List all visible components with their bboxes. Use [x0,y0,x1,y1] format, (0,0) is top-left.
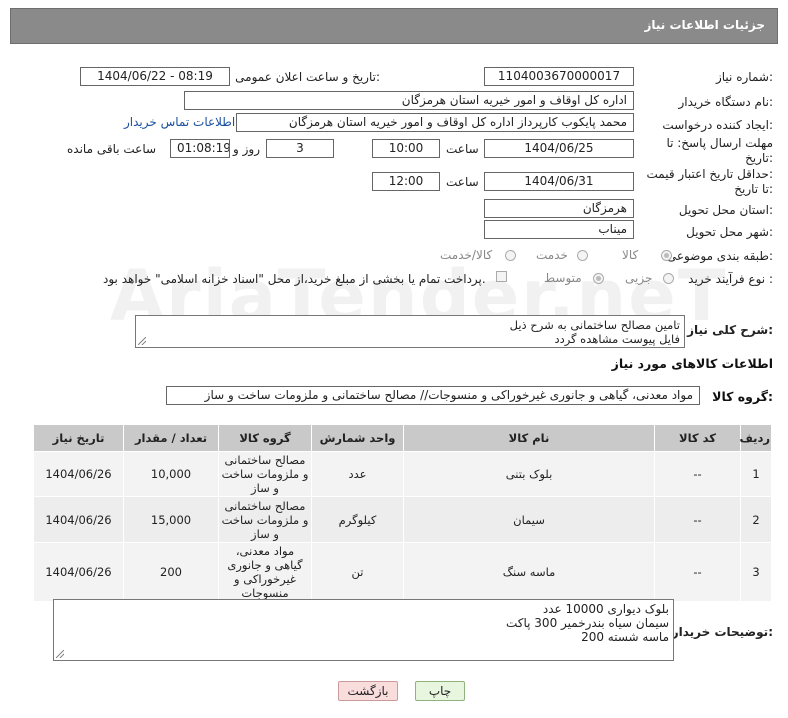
price-validity-time-field[interactable]: 12:00 [372,172,440,191]
announce-datetime-label: تاریخ و ساعت اعلان عمومی: [235,70,380,84]
description-line-2: فایل پیوست مشاهده گردد [554,332,680,346]
cell-unit: تن [311,542,404,602]
price-validity-date-field[interactable]: 1404/06/31 [484,172,634,191]
description-line-1: تامین مصالح ساختمانی به شرح ذیل [509,318,680,332]
buyer-notes-label: توضیحات خریدار: [671,625,773,639]
col-header-date: تاریخ نیاز [33,424,124,452]
buyer-org-field[interactable]: اداره کل اوقاف و امور خیریه استان هرمزگا… [184,91,634,110]
col-header-qty: تعداد / مقدار [123,424,219,452]
description-label: شرح کلی نیاز: [687,323,773,337]
deadline-date-field[interactable]: 1404/06/25 [484,139,634,158]
resize-handle-icon[interactable] [138,337,146,345]
buyer-notes-textarea[interactable]: بلوک دیواری 10000 عدد سیمان سیاه بندرخمی… [53,599,674,661]
delivery-province-label: استان محل تحویل: [678,203,773,217]
cell-name: ماسه سنگ [403,542,655,602]
buyer-notes-line-2: سیمان سیاه بندرخمیر 300 پاکت [505,616,669,630]
cell-date: 1404/06/26 [33,451,124,497]
deadline-days-field[interactable]: 3 [266,139,334,158]
cell-index: 2 [740,496,772,543]
remaining-time-label: ساعت باقی مانده [67,142,157,156]
delivery-city-field[interactable]: میناب [484,220,634,239]
cell-index: 3 [740,542,772,602]
cell-group: مواد معدنی، گیاهی و جانوری غیرخوراکی و م… [218,542,312,602]
category-radio-goods-service[interactable] [505,250,516,261]
cell-group: مصالح ساختمانی و ملزومات ساخت و ساز [218,451,312,497]
category-option-goods: کالا [622,248,639,262]
buyer-org-label: نام دستگاه خریدار: [678,95,774,109]
process-option-medium: متوسط [544,271,582,285]
col-header-unit: واحد شمارش [311,424,404,452]
resize-handle-icon[interactable] [56,650,64,658]
buyer-contact-link[interactable]: اطلاعات تماس خریدار [124,115,235,129]
process-option-minor: جزیی [625,271,653,285]
cell-name: بلوک بتنی [403,451,655,497]
deadline-label-line1: مهلت ارسال پاسخ: تا [666,136,773,150]
price-validity-time-label: ساعت [446,175,479,189]
table-row[interactable]: 2 -- سیمان کیلوگرم مصالح ساختمانی و ملزو… [33,496,772,543]
delivery-province-field[interactable]: هرمزگان [484,199,634,218]
goods-table: ردیف کد کالا نام کالا واحد شمارش گروه کا… [33,424,772,602]
page-header: جزئیات اطلاعات نیاز [10,8,778,44]
treasury-payment-checkbox[interactable] [496,271,507,282]
category-option-service: خدمت [536,248,568,262]
cell-qty: 15,000 [123,496,219,543]
requester-field[interactable]: محمد پایکوب کارپرداز اداره کل اوقاف و ام… [236,113,634,132]
buyer-notes-line-1: بلوک دیواری 10000 عدد [542,602,669,616]
price-validity-label-line2: تا تاریخ: [734,182,773,196]
cell-code: -- [654,542,741,602]
need-number-label: شماره نیاز: [715,70,773,84]
announce-datetime-field[interactable]: 1404/06/22 - 08:19 [80,67,230,86]
goods-group-field[interactable]: مواد معدنی، گیاهی و جانوری غیرخوراکی و م… [166,386,700,405]
cell-date: 1404/06/26 [33,542,124,602]
col-header-code: کد کالا [654,424,741,452]
category-option-goods-service: کالا/خدمت [440,248,493,262]
purchase-process-label: نوع فرآیند خرید : [688,272,773,286]
deadline-label-line2: تاریخ: [745,151,773,165]
table-row[interactable]: 3 -- ماسه سنگ تن مواد معدنی، گیاهی و جان… [33,542,772,602]
cell-unit: کیلوگرم [311,496,404,543]
cell-index: 1 [740,451,772,497]
cell-name: سیمان [403,496,655,543]
treasury-payment-note: پرداخت تمام یا بخشی از مبلغ خرید،از محل … [103,272,486,286]
col-header-group: گروه کالا [218,424,312,452]
deadline-days-label: روز و [233,142,260,156]
print-button[interactable]: چاپ [415,681,465,701]
category-radio-goods[interactable] [661,250,672,261]
price-validity-label-line1: حداقل تاریخ اعتبار قیمت: [646,167,773,181]
category-label: طبقه بندی موضوعی: [666,249,773,263]
cell-code: -- [654,496,741,543]
back-button[interactable]: بازگشت [338,681,398,701]
need-number-field[interactable]: 1104003670000017 [484,67,634,86]
remaining-time-field[interactable]: 01:08:19 [170,139,230,158]
category-radio-service[interactable] [577,250,588,261]
col-header-index: ردیف [739,424,772,452]
buyer-notes-line-3: ماسه شسته 200 [581,630,669,644]
cell-group: مصالح ساختمانی و ملزومات ساخت و ساز [218,496,312,543]
table-row[interactable]: 1 -- بلوک بتنی عدد مصالح ساختمانی و ملزو… [33,451,772,497]
delivery-city-label: شهر محل تحویل: [686,225,773,239]
goods-section-title: اطلاعات کالاهای مورد نیاز [611,356,773,371]
requester-label: ایجاد کننده درخواست: [662,118,773,132]
deadline-time-field[interactable]: 10:00 [372,139,440,158]
description-textarea[interactable]: تامین مصالح ساختمانی به شرح ذیل فایل پیو… [135,315,685,348]
process-radio-minor[interactable] [663,273,674,284]
cell-date: 1404/06/26 [33,496,124,543]
goods-group-label: گروه کالا: [712,389,773,404]
col-header-name: نام کالا [403,424,655,452]
page-title: جزئیات اطلاعات نیاز [644,18,765,32]
process-radio-medium[interactable] [593,273,604,284]
cell-qty: 200 [123,542,219,602]
cell-qty: 10,000 [123,451,219,497]
table-header-row: ردیف کد کالا نام کالا واحد شمارش گروه کا… [33,424,772,452]
cell-unit: عدد [311,451,404,497]
cell-code: -- [654,451,741,497]
deadline-time-label: ساعت [446,142,479,156]
